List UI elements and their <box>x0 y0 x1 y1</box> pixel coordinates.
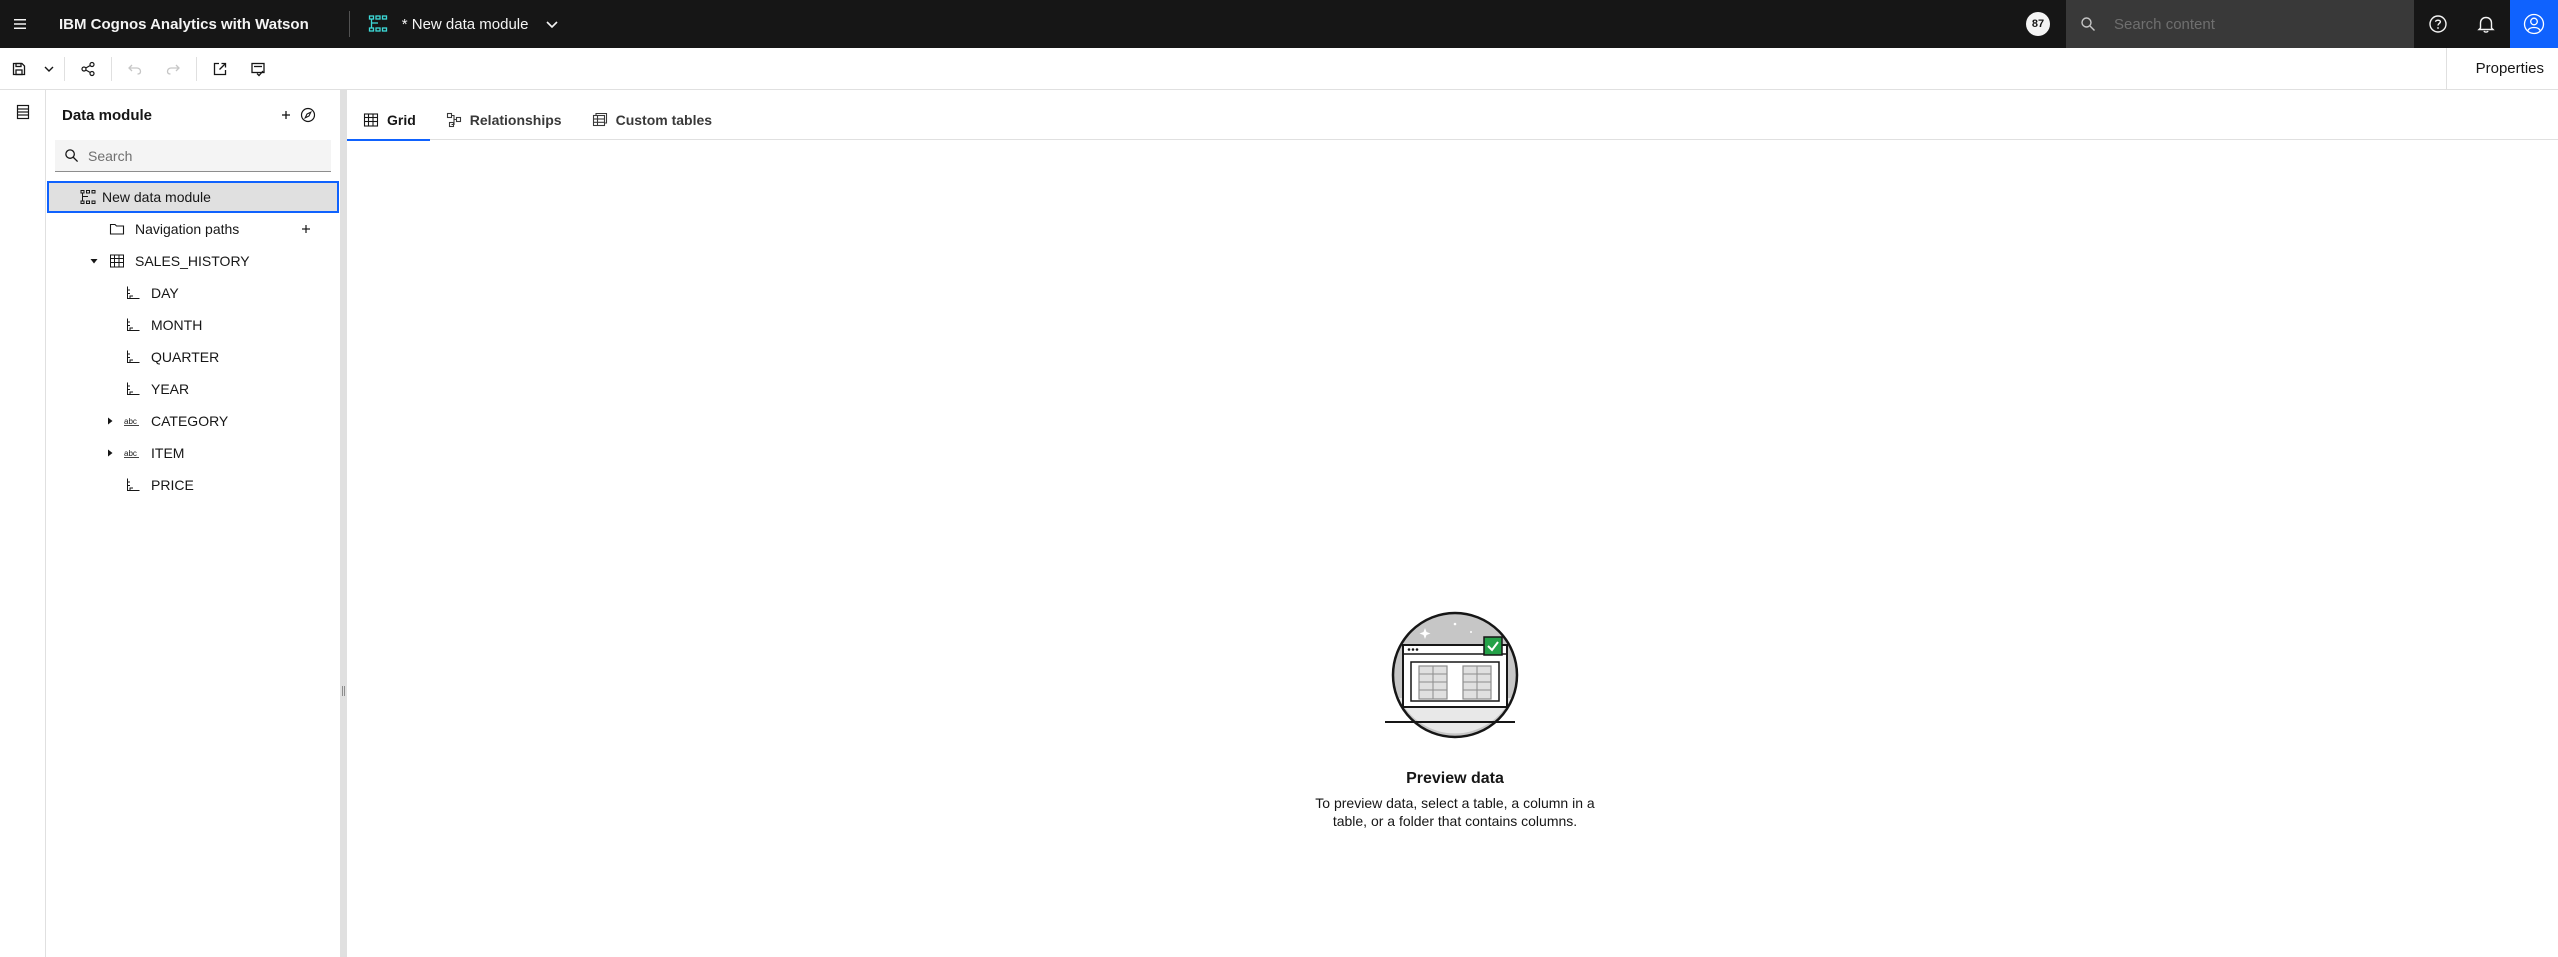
tree-item-sales-history[interactable]: SALES_HISTORY <box>46 245 340 277</box>
compass-icon[interactable] <box>296 103 320 127</box>
empty-state-description: To preview data, select a table, a colum… <box>1305 794 1605 830</box>
caret-down-icon[interactable] <box>88 255 100 267</box>
panel-search-input[interactable] <box>88 147 318 164</box>
tree-item-label: ITEM <box>151 445 185 461</box>
panel-title: Data module <box>62 106 153 124</box>
panel-header: Data module <box>46 90 340 140</box>
chevron-down-icon[interactable] <box>538 10 566 38</box>
empty-state-line: To preview data, select a table, a colum… <box>1315 795 1595 811</box>
save-icon[interactable] <box>0 49 38 89</box>
notification-count-badge[interactable]: 87 <box>2026 12 2050 36</box>
view-tabs: Grid Relationships Custom tables <box>347 100 2558 141</box>
data-module-panel: Data module New data module Navigation p… <box>46 90 340 957</box>
toolbar-divider <box>111 56 112 81</box>
notifications-bell-icon[interactable] <box>2462 0 2510 48</box>
data-module-icon <box>366 12 390 36</box>
empty-state-line: table, or a folder that contains columns… <box>1332 813 1578 829</box>
data-module-icon <box>79 188 97 206</box>
tree-item-label: SALES_HISTORY <box>135 253 250 269</box>
panel-resize-handle[interactable] <box>340 90 347 957</box>
tree-item-label: YEAR <box>151 381 190 397</box>
left-rail <box>0 90 46 957</box>
svg-text:abc: abc <box>124 449 137 458</box>
tab-relationships[interactable]: Relationships <box>430 100 576 140</box>
measure-icon <box>124 348 142 366</box>
search-icon <box>64 148 80 164</box>
toolbar-divider <box>64 56 65 81</box>
panel-search-field[interactable] <box>55 140 331 172</box>
preview-data-illustration <box>1385 610 1525 750</box>
table-icon <box>108 252 126 270</box>
save-options-chevron-icon[interactable] <box>38 49 60 89</box>
add-navigation-path-icon[interactable] <box>298 221 314 237</box>
tree-item-day[interactable]: DAY <box>46 277 340 309</box>
properties-label: Properties <box>2475 60 2544 77</box>
svg-text:abc: abc <box>124 417 137 426</box>
tree-item-price[interactable]: PRICE <box>46 469 340 501</box>
caret-right-icon[interactable] <box>104 447 116 459</box>
caret-right-icon[interactable] <box>104 415 116 427</box>
main-content: Grid Relationships Custom tables Preview… <box>347 90 2558 957</box>
custom-tables-icon <box>592 112 608 128</box>
text-attribute-icon: abc <box>124 444 142 462</box>
tab-label: Custom tables <box>615 112 713 128</box>
tab-label: Relationships <box>469 112 562 128</box>
hamburger-menu-icon[interactable] <box>0 0 40 48</box>
tab-label: Grid <box>387 112 416 128</box>
tree-item-label: PRICE <box>151 477 194 493</box>
tree-item-label: MONTH <box>151 317 203 333</box>
user-avatar-icon[interactable] <box>2510 0 2558 48</box>
data-module-tree: New data module Navigation paths SALES_H… <box>46 181 340 501</box>
tree-item-new-data-module[interactable]: New data module <box>47 181 339 213</box>
tree-item-label: New data module <box>102 189 211 205</box>
help-icon[interactable] <box>2414 0 2462 48</box>
validate-icon[interactable] <box>239 49 277 89</box>
search-content-field[interactable] <box>2066 0 2414 48</box>
tree-item-label: DAY <box>151 285 179 301</box>
tree-item-item[interactable]: abc ITEM <box>46 437 340 469</box>
folder-icon <box>108 220 126 238</box>
measure-icon <box>124 316 142 334</box>
measure-icon <box>124 284 142 302</box>
toolbar-divider <box>196 56 197 81</box>
empty-state: Preview data To preview data, select a t… <box>1305 610 1605 830</box>
data-sources-panel-icon[interactable] <box>0 90 46 134</box>
measure-icon <box>124 476 142 494</box>
tree-item-label: Navigation paths <box>135 221 240 237</box>
tab-custom-tables[interactable]: Custom tables <box>576 100 726 140</box>
tree-item-label: CATEGORY <box>151 413 229 429</box>
tree-item-month[interactable]: MONTH <box>46 309 340 341</box>
relationships-icon <box>446 112 462 128</box>
app-title[interactable]: IBM Cognos Analytics with Watson <box>59 16 309 33</box>
module-name[interactable]: * New data module <box>402 16 529 33</box>
text-attribute-icon: abc <box>124 412 142 430</box>
tree-item-label: QUARTER <box>151 349 220 365</box>
launch-icon[interactable] <box>201 49 239 89</box>
tree-item-year[interactable]: YEAR <box>46 373 340 405</box>
tab-grid[interactable]: Grid <box>347 100 430 141</box>
tree-item-quarter[interactable]: QUARTER <box>46 341 340 373</box>
redo-icon[interactable] <box>154 49 192 89</box>
properties-button[interactable]: Properties <box>2445 48 2558 89</box>
search-icon <box>2080 15 2098 33</box>
grid-icon <box>363 112 379 128</box>
search-content-input[interactable] <box>2114 15 2394 33</box>
share-icon[interactable] <box>69 49 107 89</box>
drag-grip-icon <box>342 686 345 696</box>
add-icon[interactable] <box>274 103 298 127</box>
undo-icon[interactable] <box>116 49 154 89</box>
tree-item-category[interactable]: abc CATEGORY <box>46 405 340 437</box>
header-divider <box>348 11 350 37</box>
top-header: IBM Cognos Analytics with Watson * New d… <box>0 0 2558 48</box>
empty-state-title: Preview data <box>1406 770 1504 787</box>
tree-item-navigation-paths[interactable]: Navigation paths <box>46 213 340 245</box>
measure-icon <box>124 380 142 398</box>
toolbar: Properties <box>0 48 2558 90</box>
